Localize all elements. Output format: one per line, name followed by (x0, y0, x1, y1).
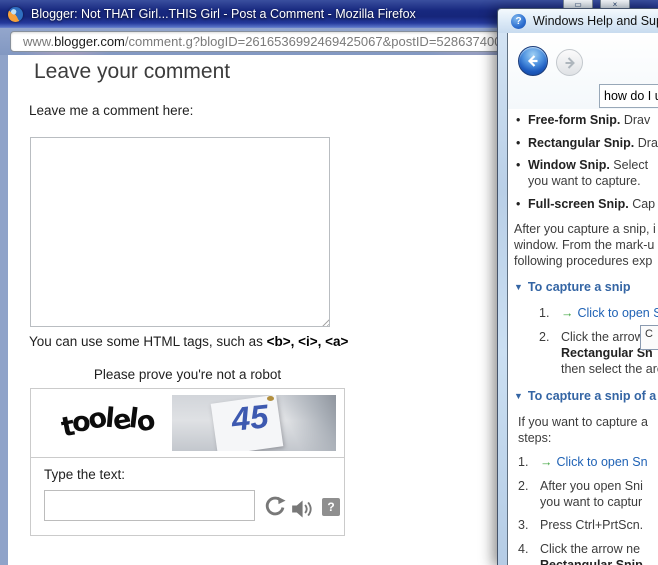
forward-arrow-icon (562, 55, 578, 71)
back-button[interactable] (518, 46, 548, 76)
bullet-icon: • (516, 135, 520, 151)
step-item: 2. Click the arrow Rectangular Sn then se… (514, 329, 658, 377)
type-text-label: Type the text: (44, 467, 125, 482)
section-header-capture-snip-of-menu[interactable]: ▼ To capture a snip of a (514, 388, 658, 405)
list-item: • Rectangular Snip. Dra (514, 135, 658, 151)
bullet-text: Drav (620, 113, 650, 127)
url-text: www.blogger.com/comment.g?blogID=2616536… (23, 34, 500, 49)
step-text: Press Ctrl+PrtScn. (540, 518, 643, 532)
comment-textarea[interactable] (30, 137, 330, 327)
captcha-input[interactable] (44, 490, 255, 521)
step-item: 4. Click the arrow ne Rectangular Snip, (514, 541, 658, 565)
step-number: 2. (539, 329, 553, 345)
captcha-photo-number: 45 (218, 396, 282, 440)
firefox-window-title: Blogger: Not THAT Girl...THIS Girl - Pos… (31, 7, 416, 21)
bullet-text: Select (610, 158, 648, 172)
section-title: To capture a snip (528, 279, 631, 295)
chevron-down-icon: ▼ (514, 388, 523, 404)
bullet-icon: • (516, 112, 520, 128)
url-domain: blogger.com (54, 34, 125, 49)
audio-captcha-icon[interactable] (291, 498, 313, 520)
step-item: 2. After you open Sni you want to captur (514, 478, 658, 510)
bullet-text-line2: you want to capture. (528, 173, 658, 189)
step-text: then select the area (514, 361, 658, 377)
screen: Blogger: Not THAT Girl...THIS Girl - Pos… (0, 0, 658, 565)
bullet-text: Cap (629, 197, 655, 211)
paragraph-line: steps: (518, 430, 658, 446)
chevron-down-icon: ▼ (514, 279, 523, 295)
page-title: Leave your comment (34, 60, 230, 84)
shortcut-arrow-icon: → (540, 455, 553, 469)
help-question-icon: ? (511, 14, 526, 29)
captcha-widget: toolelo 45 Type the text: (30, 388, 345, 536)
paragraph: After you capture a snip, i window. From… (514, 221, 658, 269)
help-titlebar[interactable]: ? Windows Help and Support (498, 9, 658, 33)
help-window-frame (498, 33, 507, 565)
section-title: To capture a snip of a (528, 388, 656, 404)
url-bar[interactable]: www.blogger.com/comment.g?blogID=2616536… (10, 31, 500, 52)
back-arrow-icon (525, 53, 541, 69)
captcha-prompt: Please prove you're not a robot (30, 367, 345, 382)
help-window-body: C • Free-form Snip. Drav • Rectangular Sni… (507, 33, 658, 565)
step-number: 4. (518, 541, 532, 557)
step-number: 2. (518, 478, 532, 494)
step-number: 3. (518, 517, 532, 533)
step-text: After you open Sni (540, 479, 643, 493)
list-item: • Window Snip. Select you want to capture… (514, 157, 658, 189)
bullet-icon: • (516, 157, 520, 173)
help-window: ? Windows Help and Support C • (497, 8, 658, 565)
url-prefix: www. (23, 34, 54, 49)
html-tags-note: You can use some HTML tags, such as <b>,… (29, 334, 348, 349)
bullet-bold-text: Free-form Snip. (528, 113, 620, 127)
step-text: Click the arrow (561, 330, 644, 344)
captcha-word-image: toolelo (49, 391, 164, 451)
inline-screenshot-thumbnail: C (640, 325, 658, 350)
step-number: 1. (518, 454, 532, 470)
forward-button[interactable] (556, 49, 583, 76)
comment-label: Leave me a comment here: (29, 103, 193, 118)
bullet-icon: • (516, 196, 520, 212)
step-bold-text: Rectangular Snip, (540, 558, 646, 565)
step-item: 1. → Click to open Sn (514, 305, 658, 321)
captcha-input-panel: Type the text: ? (31, 457, 344, 537)
bullet-text: Dra (634, 136, 658, 150)
list-item: • Full-screen Snip. Cap (514, 196, 658, 212)
firefox-icon (8, 7, 23, 22)
html-note-text: You can use some HTML tags, such as (29, 334, 267, 349)
bullet-bold-text: Full-screen Snip. (528, 197, 629, 211)
list-item: • Free-form Snip. Drav (514, 112, 658, 128)
url-path: /comment.g?blogID=2616536992469425067&po… (125, 34, 500, 49)
paragraph-line: If you want to capture a (518, 414, 658, 430)
step-item: 3. Press Ctrl+PrtScn. (514, 517, 658, 533)
help-search-input[interactable] (599, 84, 658, 108)
captcha-help-icon[interactable]: ? (322, 498, 340, 516)
bullet-bold-text: Window Snip. (528, 158, 610, 172)
captcha-photo-image: 45 (172, 395, 336, 451)
paragraph-line: following procedures exp (514, 253, 658, 269)
paragraph-line: After you capture a snip, i (514, 221, 658, 237)
refresh-captcha-icon[interactable] (264, 496, 286, 518)
open-snipping-tool-link[interactable]: Click to open Sn (578, 306, 658, 320)
paragraph-line: window. From the mark-u (514, 237, 658, 253)
html-note-tags: <b>, <i>, <a> (267, 334, 349, 349)
open-snipping-tool-link[interactable]: Click to open Sn (557, 455, 648, 469)
step-text: Click the arrow ne (540, 542, 640, 556)
help-window-title: Windows Help and Support (533, 14, 658, 28)
step-number: 1. (539, 305, 553, 321)
section-header-capture-snip[interactable]: ▼ To capture a snip (514, 279, 658, 296)
shortcut-arrow-icon: → (561, 306, 574, 320)
help-content: • Free-form Snip. Drav • Rectangular Snip.… (508, 109, 658, 565)
step-item: 1. → Click to open Sn (514, 454, 658, 470)
step-bold-text: Rectangular Sn (561, 346, 653, 360)
bullet-bold-text: Rectangular Snip. (528, 136, 634, 150)
paragraph: If you want to capture a steps: (514, 414, 658, 446)
step-text: you want to captur (514, 494, 658, 510)
